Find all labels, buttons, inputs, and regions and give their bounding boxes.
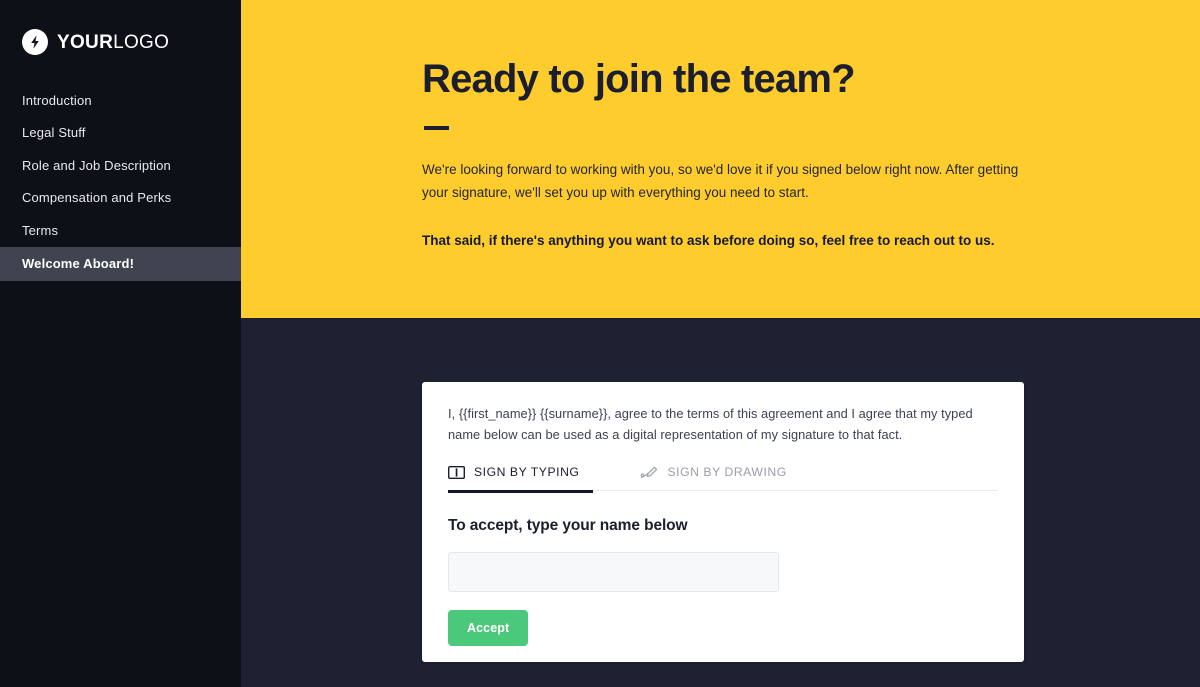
logo-text-bold: YOUR bbox=[57, 31, 114, 53]
accept-button[interactable]: Accept bbox=[448, 610, 529, 647]
sidebar: YOURLOGO Introduction Legal Stuff Role a… bbox=[0, 0, 241, 687]
sidebar-item-welcome-aboard[interactable]: Welcome Aboard! bbox=[0, 246, 241, 281]
agreement-text: I, {{first_name}} {{surname}}, agree to … bbox=[448, 406, 973, 442]
sidebar-nav: Introduction Legal Stuff Role and Job De… bbox=[0, 84, 241, 281]
lightning-bolt-icon bbox=[22, 29, 48, 55]
hero-banner: Ready to join the team? We're looking fo… bbox=[241, 0, 1200, 318]
logo-text-light: LOGO bbox=[113, 31, 170, 53]
logo[interactable]: YOURLOGO bbox=[0, 0, 241, 55]
sidebar-item-role-and-job-description[interactable]: Role and Job Description bbox=[0, 149, 241, 182]
pen-signature-icon bbox=[639, 466, 658, 479]
keyboard-typing-icon bbox=[448, 465, 465, 479]
main-content: Ready to join the team? We're looking fo… bbox=[241, 0, 1200, 687]
onboarding-page: YOURLOGO Introduction Legal Stuff Role a… bbox=[0, 0, 1200, 687]
title-divider bbox=[424, 126, 449, 130]
hero-paragraph: We're looking forward to working with yo… bbox=[422, 162, 1019, 201]
signature-tabs: SIGN BY TYPING SIGN BY DRAWING bbox=[448, 465, 998, 492]
tab-sign-by-drawing[interactable]: SIGN BY DRAWING bbox=[639, 465, 786, 490]
signature-name-input[interactable] bbox=[448, 552, 779, 593]
signature-card: I, {{first_name}} {{surname}}, agree to … bbox=[422, 382, 1024, 662]
sidebar-item-terms[interactable]: Terms bbox=[0, 214, 241, 247]
sidebar-item-legal-stuff[interactable]: Legal Stuff bbox=[0, 117, 241, 150]
logo-text: YOURLOGO bbox=[57, 33, 169, 52]
tab-label-sign-by-typing: SIGN BY TYPING bbox=[474, 465, 580, 480]
signature-section: I, {{first_name}} {{surname}}, agree to … bbox=[241, 318, 1200, 687]
tab-label-sign-by-drawing: SIGN BY DRAWING bbox=[667, 465, 787, 480]
accept-heading: To accept, type your name below bbox=[448, 517, 688, 535]
page-title: Ready to join the team? bbox=[422, 57, 856, 101]
tab-sign-by-typing[interactable]: SIGN BY TYPING bbox=[448, 465, 593, 490]
sidebar-item-introduction[interactable]: Introduction bbox=[0, 84, 241, 117]
sidebar-item-compensation-and-perks[interactable]: Compensation and Perks bbox=[0, 182, 241, 215]
hero-bold-paragraph: That said, if there's anything you want … bbox=[422, 233, 995, 249]
